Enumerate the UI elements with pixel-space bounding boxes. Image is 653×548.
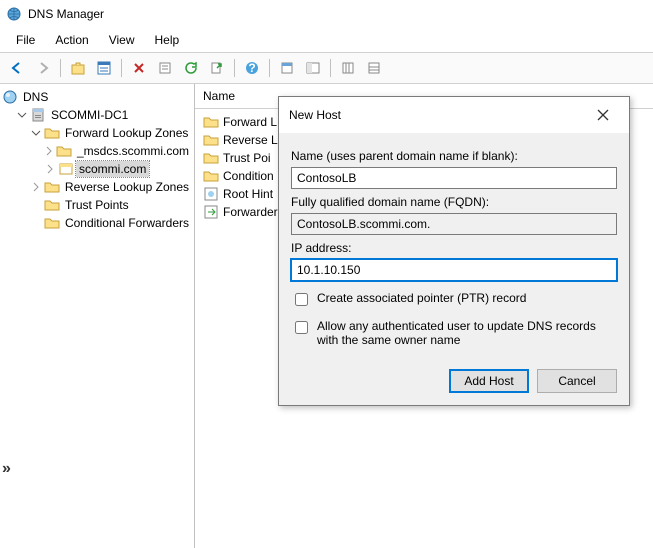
ip-label: IP address: xyxy=(291,241,617,255)
ip-input[interactable] xyxy=(291,259,617,281)
chevron-right-icon[interactable] xyxy=(30,181,42,193)
help-icon[interactable]: ? xyxy=(241,57,263,79)
delete-icon[interactable] xyxy=(128,57,150,79)
folder-icon xyxy=(44,215,60,231)
menubar: File Action View Help xyxy=(0,28,653,52)
tree-pane: DNS SCOMMI-DC1 Forward Lookup Zones _msd… xyxy=(0,84,195,548)
chevron-right-icon[interactable] xyxy=(44,145,54,157)
back-icon[interactable] xyxy=(6,57,28,79)
dns-root-icon xyxy=(2,89,18,105)
close-icon xyxy=(597,109,609,121)
tree-zone-scommi-label: scommi.com xyxy=(76,161,149,177)
tree-cf[interactable]: Conditional Forwarders xyxy=(2,214,192,232)
menu-action[interactable]: Action xyxy=(45,30,98,50)
export-icon[interactable] xyxy=(206,57,228,79)
forwarder-icon xyxy=(203,204,219,220)
new-host-dialog: New Host Name (uses parent domain name i… xyxy=(278,96,630,406)
toolbar-sep xyxy=(269,59,270,77)
hint-icon xyxy=(203,186,219,202)
auth-checkbox-label: Allow any authenticated user to update D… xyxy=(317,319,617,347)
tree-zone-msdcs-label: _msdcs.scommi.com xyxy=(74,143,192,159)
svg-text:?: ? xyxy=(248,61,255,75)
ptr-checkbox-label: Create associated pointer (PTR) record xyxy=(317,291,526,305)
window-title: DNS Manager xyxy=(28,7,104,21)
tree-server-label: SCOMMI-DC1 xyxy=(48,107,131,123)
tree-cf-label: Conditional Forwarders xyxy=(62,215,192,231)
dialog-titlebar: New Host xyxy=(279,97,629,133)
window-titlebar: DNS Manager xyxy=(0,0,653,28)
tree-root[interactable]: DNS xyxy=(2,88,192,106)
tree-server[interactable]: SCOMMI-DC1 xyxy=(2,106,192,124)
list-item-label: Reverse L xyxy=(223,133,278,147)
tree-rlz-label: Reverse Lookup Zones xyxy=(62,179,192,195)
ptr-checkbox-row[interactable]: Create associated pointer (PTR) record xyxy=(291,291,617,309)
tree-root-label: DNS xyxy=(20,89,51,105)
fqdn-label: Fully qualified domain name (FQDN): xyxy=(291,195,617,209)
list-item-label: Condition xyxy=(223,169,274,183)
tree-zone-scommi[interactable]: scommi.com xyxy=(2,160,192,178)
tree-tp[interactable]: Trust Points xyxy=(2,196,192,214)
folder-icon xyxy=(203,168,219,184)
toolbar-sep xyxy=(234,59,235,77)
chevron-down-icon[interactable] xyxy=(30,127,42,139)
refresh-icon[interactable] xyxy=(180,57,202,79)
tree-zone-msdcs[interactable]: _msdcs.scommi.com xyxy=(2,142,192,160)
menu-view[interactable]: View xyxy=(99,30,145,50)
up-icon[interactable] xyxy=(67,57,89,79)
props-icon[interactable] xyxy=(154,57,176,79)
folder-icon xyxy=(44,125,60,141)
menu-help[interactable]: Help xyxy=(145,30,190,50)
toolbar: ? xyxy=(0,53,653,84)
cancel-button[interactable]: Cancel xyxy=(537,369,617,393)
name-input[interactable] xyxy=(291,167,617,189)
zone-icon xyxy=(58,161,74,177)
tree-tp-label: Trust Points xyxy=(62,197,132,213)
folder-icon xyxy=(203,114,219,130)
dialog-buttons: Add Host Cancel xyxy=(279,359,629,405)
props2-icon[interactable] xyxy=(302,57,324,79)
auth-checkbox[interactable] xyxy=(295,321,308,334)
new-icon[interactable] xyxy=(276,57,298,79)
zone-icon xyxy=(56,143,72,159)
chevron-down-icon[interactable] xyxy=(16,109,28,121)
list-item-label: Forwarder xyxy=(223,205,278,219)
menu-file[interactable]: File xyxy=(6,30,45,50)
dns-app-icon xyxy=(6,6,22,22)
list-item-label: Trust Poi xyxy=(223,151,271,165)
folder-icon xyxy=(203,150,219,166)
folder-icon xyxy=(44,179,60,195)
tree-flz-label: Forward Lookup Zones xyxy=(62,125,191,141)
filter-icon[interactable] xyxy=(363,57,385,79)
toolbar-sep xyxy=(60,59,61,77)
auth-checkbox-row[interactable]: Allow any authenticated user to update D… xyxy=(291,319,617,347)
fqdn-input xyxy=(291,213,617,235)
toolbar-sep xyxy=(121,59,122,77)
folder-icon xyxy=(203,132,219,148)
close-button[interactable] xyxy=(583,103,623,127)
folder-icon xyxy=(44,197,60,213)
dialog-title: New Host xyxy=(289,108,341,122)
expand-handle-icon[interactable]: » xyxy=(2,460,11,478)
ptr-checkbox[interactable] xyxy=(295,293,308,306)
chevron-right-icon[interactable] xyxy=(44,163,56,175)
dialog-body: Name (uses parent domain name if blank):… xyxy=(279,133,629,359)
columns-icon[interactable] xyxy=(337,57,359,79)
list-item-label: Forward L xyxy=(223,115,277,129)
list-item-label: Root Hint xyxy=(223,187,273,201)
details-icon[interactable] xyxy=(93,57,115,79)
tree-rlz[interactable]: Reverse Lookup Zones xyxy=(2,178,192,196)
forward-icon[interactable] xyxy=(32,57,54,79)
server-icon xyxy=(30,107,46,123)
toolbar-sep xyxy=(330,59,331,77)
name-label: Name (uses parent domain name if blank): xyxy=(291,149,617,163)
add-host-button[interactable]: Add Host xyxy=(449,369,529,393)
tree-flz[interactable]: Forward Lookup Zones xyxy=(2,124,192,142)
